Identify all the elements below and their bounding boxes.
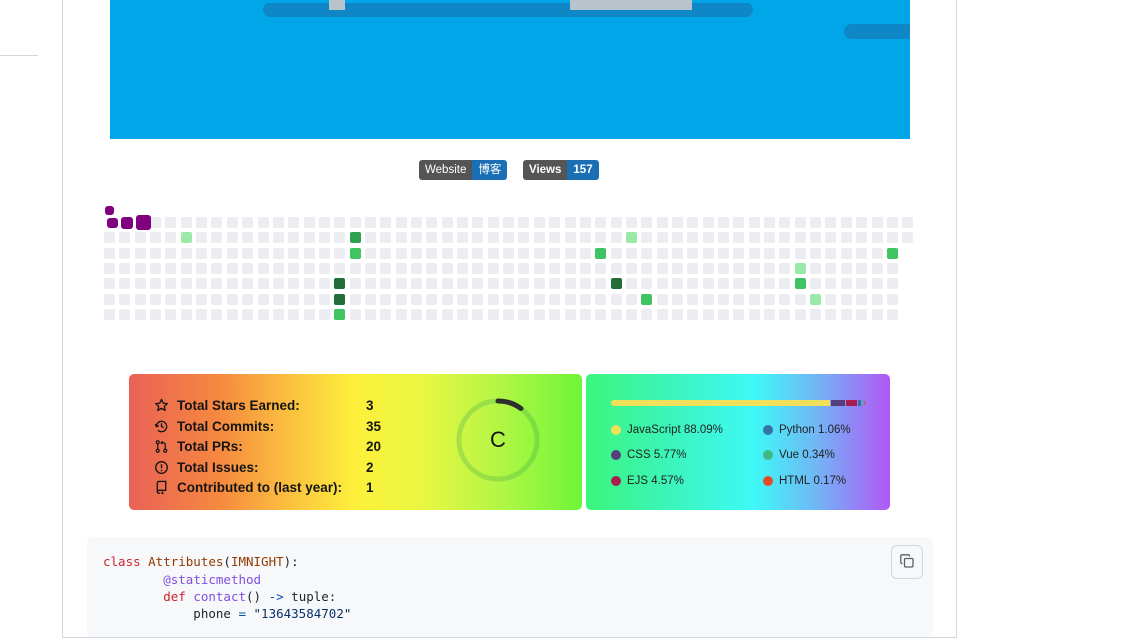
- stat-stars: Total Stars Earned:: [153, 395, 300, 415]
- history-icon: [153, 418, 169, 434]
- stat-value: 2: [366, 460, 374, 475]
- top-languages-card: JavaScript 88.09% Python 1.06% CSS 5.77%…: [586, 374, 890, 510]
- language-name: CSS: [627, 449, 651, 461]
- github-stats-card: Total Stars Earned: 3 Total Commits: 35 …: [129, 374, 582, 510]
- sidebar-divider: [0, 55, 38, 56]
- rank-letter: C: [456, 398, 540, 482]
- stat-prs: Total PRs:: [153, 436, 243, 456]
- stat-value: 1: [366, 480, 374, 495]
- language-bar-segment: [858, 400, 861, 406]
- stat-label: Total PRs:: [177, 439, 243, 454]
- stat-contributed: Contributed to (last year):: [153, 477, 342, 497]
- language-name: EJS: [627, 475, 648, 487]
- header-banner-image: [110, 0, 910, 139]
- language-item: Vue 0.34%: [763, 449, 835, 461]
- language-dot: [611, 476, 621, 486]
- language-name: HTML: [779, 475, 810, 487]
- language-percent: 0.17%: [814, 475, 847, 487]
- language-bar-segment: [611, 400, 830, 406]
- language-name: JavaScript: [627, 424, 681, 436]
- language-bar-segment: [846, 400, 857, 406]
- repo-icon: [153, 479, 169, 495]
- language-item: HTML 0.17%: [763, 475, 846, 487]
- language-progress-bar: [611, 400, 865, 406]
- banner-knob: [570, 0, 692, 10]
- code-block: class Attributes(IMNIGHT): @staticmethod…: [87, 537, 933, 637]
- language-percent: 0.34%: [802, 449, 835, 461]
- issue-icon: [153, 459, 169, 475]
- language-percent: 1.06%: [818, 424, 851, 436]
- website-badge-label: Website: [419, 160, 472, 180]
- stat-issues: Total Issues:: [153, 457, 259, 477]
- language-dot: [611, 450, 621, 460]
- language-item: CSS 5.77%: [611, 449, 686, 461]
- code-line: @staticmethod: [103, 572, 261, 587]
- language-bar-segment: [831, 400, 845, 406]
- language-dot: [763, 476, 773, 486]
- language-percent: 88.09%: [684, 424, 723, 436]
- website-badge-value: 博客: [472, 160, 507, 180]
- copy-icon: [899, 553, 915, 572]
- pull-request-icon: [153, 438, 169, 454]
- views-badge-label: Views: [523, 160, 567, 180]
- stat-label: Total Issues:: [177, 460, 259, 475]
- language-dot: [611, 425, 621, 435]
- website-badge[interactable]: Website 博客: [419, 160, 507, 180]
- language-item: EJS 4.57%: [611, 475, 684, 487]
- code-line: class Attributes(IMNIGHT):: [103, 554, 299, 569]
- language-name: Python: [779, 424, 815, 436]
- language-percent: 4.57%: [651, 475, 684, 487]
- stat-value: 20: [366, 439, 381, 454]
- views-badge-value: 157: [567, 160, 598, 180]
- stat-value: 3: [366, 398, 374, 413]
- code-line: def contact() -> tuple:: [103, 589, 336, 604]
- language-name: Vue: [779, 449, 799, 461]
- copy-button[interactable]: [891, 545, 923, 579]
- views-badge: Views 157: [523, 160, 599, 180]
- stat-label: Total Stars Earned:: [177, 398, 300, 413]
- stat-value: 35: [366, 419, 381, 434]
- stat-label: Contributed to (last year):: [177, 480, 342, 495]
- language-item: JavaScript 88.09%: [611, 424, 723, 436]
- language-dot: [763, 425, 773, 435]
- stat-commits: Total Commits:: [153, 416, 274, 436]
- star-icon: [153, 397, 169, 413]
- stat-label: Total Commits:: [177, 419, 274, 434]
- language-bar-segment: [862, 400, 863, 406]
- language-item: Python 1.06%: [763, 424, 851, 436]
- language-percent: 5.77%: [654, 449, 687, 461]
- banner-knob: [329, 0, 345, 10]
- language-dot: [763, 450, 773, 460]
- banner-track: [844, 24, 910, 39]
